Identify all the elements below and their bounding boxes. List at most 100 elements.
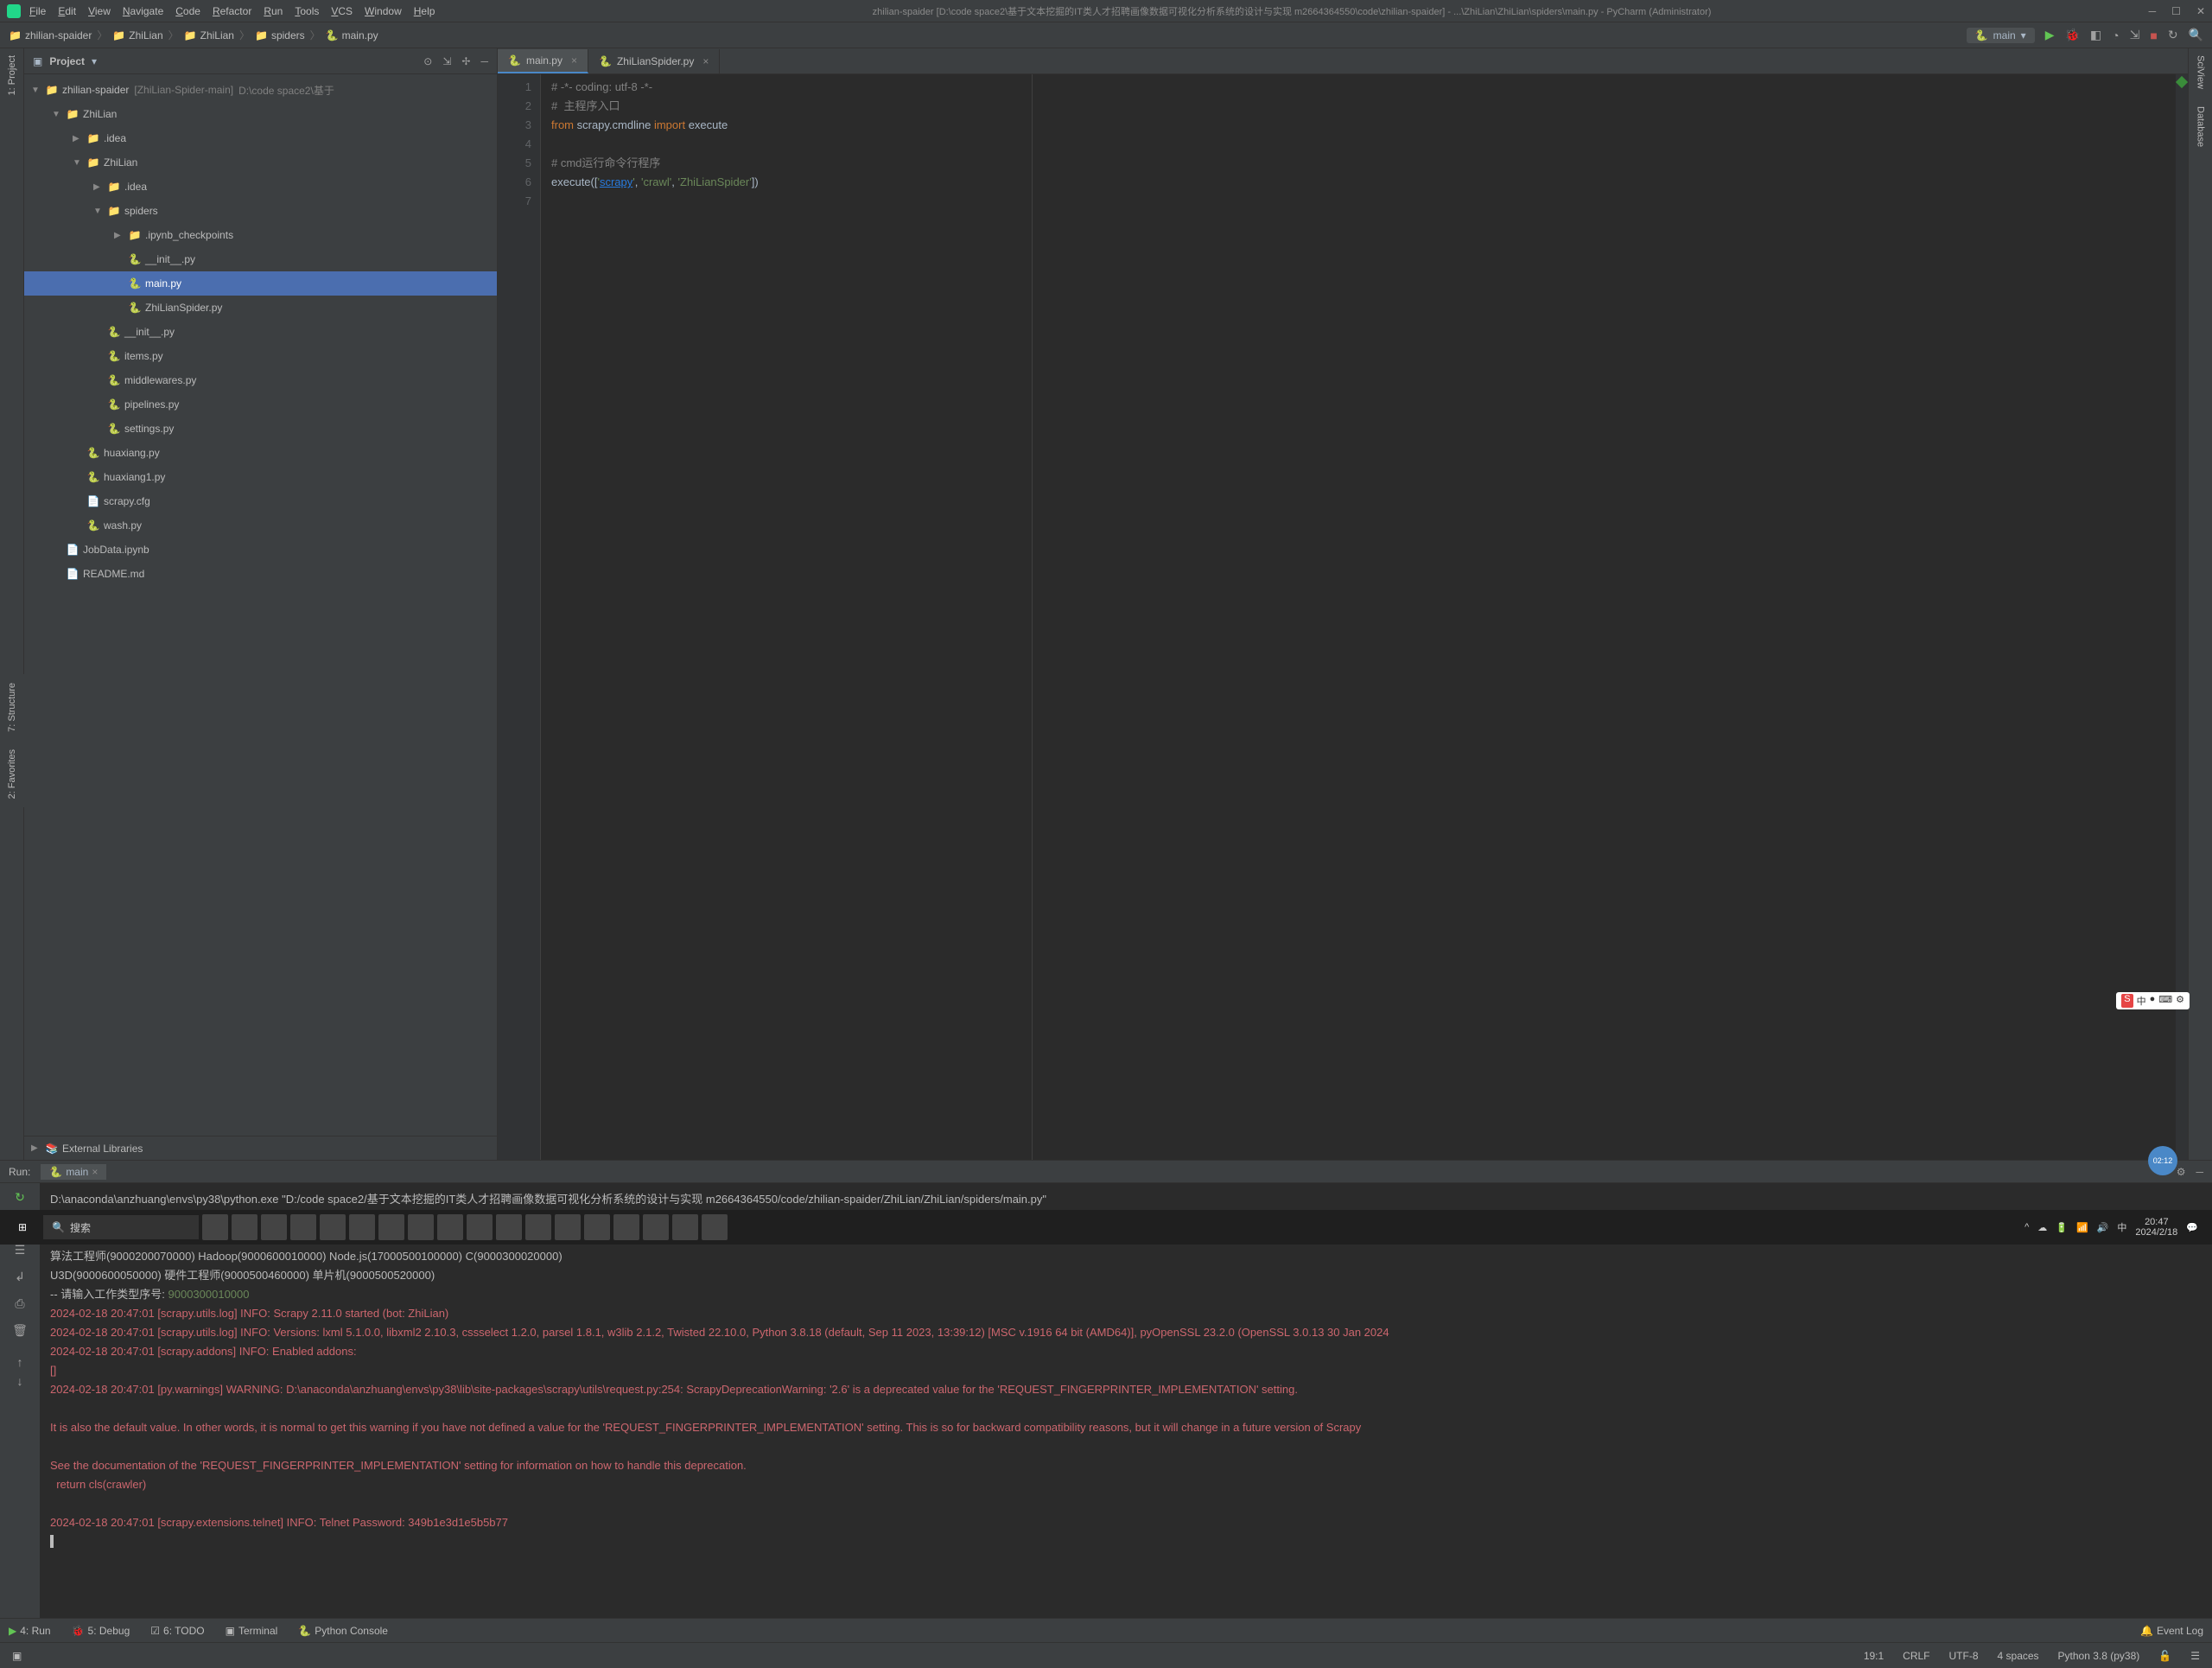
project-tool-button[interactable]: 1: Project — [7, 55, 17, 95]
recording-badge[interactable]: 02:12 — [2148, 1146, 2177, 1175]
run-tab[interactable]: 🐍 main × — [41, 1164, 106, 1180]
tree-file[interactable]: 🐍middlewares.py — [24, 368, 497, 392]
breadcrumb-item[interactable]: 📁spiders — [255, 29, 305, 41]
task-view-icon[interactable] — [202, 1214, 228, 1240]
tree-root[interactable]: ▼ 📁 zhilian-spaider [ZhiLian-Spider-main… — [24, 78, 497, 102]
tree-file[interactable]: 🐍__init__.py — [24, 247, 497, 271]
taskbar-app-icon[interactable] — [408, 1214, 434, 1240]
taskbar-app-icon[interactable] — [320, 1214, 346, 1240]
ime-toolbar[interactable]: S 中 ● ⌨ ⚙ — [2116, 992, 2190, 1009]
taskbar-app-icon[interactable] — [613, 1214, 639, 1240]
tree-file[interactable]: 🐍huaxiang.py — [24, 441, 497, 465]
menu-tools[interactable]: Tools — [295, 5, 319, 17]
sciview-tool-button[interactable]: SciView — [2196, 55, 2206, 89]
tree-file[interactable]: 📄README.md — [24, 562, 497, 586]
breadcrumb-item[interactable]: 📁ZhiLian — [112, 29, 162, 41]
taskbar-app-icon[interactable] — [643, 1214, 669, 1240]
collapse-icon[interactable]: ─ — [480, 55, 488, 67]
tray-icon[interactable]: ☁ — [2037, 1222, 2047, 1233]
tree-folder[interactable]: ▼📁ZhiLian — [24, 102, 497, 126]
taskbar-app-icon[interactable] — [525, 1214, 551, 1240]
menu-navigate[interactable]: Navigate — [123, 5, 163, 17]
tree-file[interactable]: 🐍settings.py — [24, 417, 497, 441]
todo-tool-button[interactable]: ☑6: TODO — [150, 1625, 204, 1637]
menu-vcs[interactable]: VCS — [331, 5, 353, 17]
tray-chevron-icon[interactable]: ^ — [2024, 1222, 2029, 1232]
taskbar-app-icon[interactable] — [437, 1214, 463, 1240]
close-icon[interactable]: × — [571, 54, 577, 67]
debug-tool-button[interactable]: 🐞5: Debug — [72, 1625, 130, 1637]
close-icon[interactable]: × — [92, 1166, 98, 1178]
menu-edit[interactable]: Edit — [58, 5, 76, 17]
profile-button-icon[interactable]: ◔ — [2112, 29, 2119, 42]
tree-folder[interactable]: ▶📁.idea — [24, 126, 497, 150]
attach-button-icon[interactable]: ⇲ — [2130, 28, 2140, 42]
tree-folder[interactable]: ▶📁.ipynb_checkpoints — [24, 223, 497, 247]
close-icon[interactable]: ✕ — [2196, 5, 2205, 17]
rerun-icon[interactable]: ↻ — [15, 1190, 25, 1205]
maximize-icon[interactable]: ☐ — [2171, 5, 2181, 17]
menu-file[interactable]: File — [29, 5, 46, 17]
tree-folder[interactable]: ▶📁.idea — [24, 175, 497, 199]
tree-file[interactable]: 📄JobData.ipynb — [24, 538, 497, 562]
minimize-icon[interactable]: ─ — [2149, 5, 2157, 17]
soft-wrap-icon[interactable]: ↲ — [15, 1270, 25, 1284]
event-log-button[interactable]: 🔔Event Log — [2140, 1625, 2203, 1637]
breadcrumb-item[interactable]: 📁ZhiLian — [184, 29, 234, 41]
taskbar-app-icon[interactable] — [496, 1214, 522, 1240]
gear-icon[interactable]: ⚙ — [2177, 1166, 2186, 1178]
search-everywhere-icon[interactable]: 🔍 — [2189, 28, 2203, 42]
close-icon[interactable]: × — [702, 55, 709, 67]
python-interpreter[interactable]: Python 3.8 (py38) — [2058, 1650, 2140, 1662]
tray-icon[interactable]: 🔊 — [2097, 1222, 2109, 1233]
terminal-tool-button[interactable]: ▣Terminal — [226, 1625, 278, 1637]
taskbar-app-icon[interactable] — [467, 1214, 493, 1240]
run-configuration-selector[interactable]: 🐍 main ▾ — [1967, 28, 2035, 43]
system-tray[interactable]: ^ ☁ 🔋 📶 🔊 中 20:47 2024/2/18 💬 — [2024, 1217, 2207, 1238]
tree-file[interactable]: 🐍wash.py — [24, 513, 497, 538]
minimize-icon[interactable]: ─ — [2196, 1166, 2203, 1178]
ime-icon[interactable]: 中 — [2117, 1220, 2126, 1234]
structure-tool-button[interactable]: 7: Structure — [7, 683, 17, 732]
tree-file[interactable]: 🐍__init__.py — [24, 320, 497, 344]
coverage-button-icon[interactable]: ◧ — [2090, 28, 2101, 42]
editor-tab[interactable]: 🐍ZhiLianSpider.py× — [588, 49, 720, 73]
favorites-tool-button[interactable]: 2: Favorites — [7, 749, 17, 799]
menu-view[interactable]: View — [88, 5, 111, 17]
stop-button-icon[interactable]: ■ — [2150, 29, 2157, 42]
tree-file[interactable]: 🐍huaxiang1.py — [24, 465, 497, 489]
taskbar-app-icon[interactable] — [672, 1214, 698, 1240]
breadcrumb-item[interactable]: 🐍main.py — [326, 29, 378, 41]
taskbar-app-icon[interactable] — [232, 1214, 257, 1240]
up-icon[interactable]: ↑ — [17, 1355, 23, 1369]
taskbar-app-icon[interactable] — [290, 1214, 316, 1240]
run-tool-button[interactable]: ▶4: Run — [9, 1625, 51, 1637]
notification-icon[interactable]: 💬 — [2186, 1222, 2198, 1233]
caret-position[interactable]: 19:1 — [1864, 1650, 1884, 1662]
taskbar-app-icon[interactable] — [702, 1214, 728, 1240]
menu-window[interactable]: Window — [365, 5, 402, 17]
status-tool-windows-icon[interactable]: ▣ — [12, 1650, 22, 1662]
chevron-down-icon[interactable]: ▾ — [92, 55, 97, 67]
tree-folder[interactable]: ▼📁ZhiLian — [24, 150, 497, 175]
tree-folder[interactable]: ▼📁spiders — [24, 199, 497, 223]
indent-info[interactable]: 4 spaces — [1998, 1650, 2039, 1662]
run-console-output[interactable]: D:\anaconda\anzhuang\envs\py38\python.ex… — [40, 1183, 2212, 1618]
breadcrumb-item[interactable]: 📁zhilian-spaider — [9, 29, 92, 41]
lock-icon[interactable]: 🔓 — [2158, 1650, 2171, 1662]
vcs-update-icon[interactable]: ↻ — [2168, 28, 2178, 42]
down-icon[interactable]: ↓ — [17, 1374, 23, 1388]
locate-icon[interactable]: ⊙ — [423, 55, 432, 67]
taskbar-app-icon[interactable] — [584, 1214, 610, 1240]
database-tool-button[interactable]: Database — [2196, 106, 2206, 147]
python-console-tool-button[interactable]: 🐍Python Console — [298, 1625, 388, 1637]
trash-icon[interactable]: 🗑 — [12, 1323, 28, 1338]
print-icon[interactable]: ⎙ — [15, 1296, 24, 1311]
tree-file[interactable]: 🐍items.py — [24, 344, 497, 368]
file-encoding[interactable]: UTF-8 — [1949, 1650, 1979, 1662]
external-libraries[interactable]: ▶ 📚 External Libraries — [24, 1136, 497, 1160]
taskbar-app-icon[interactable] — [349, 1214, 375, 1240]
layout-icon[interactable]: ☰ — [15, 1243, 26, 1257]
expand-icon[interactable]: ⇲ — [442, 55, 451, 67]
tree-file[interactable]: 🐍main.py — [24, 271, 497, 296]
